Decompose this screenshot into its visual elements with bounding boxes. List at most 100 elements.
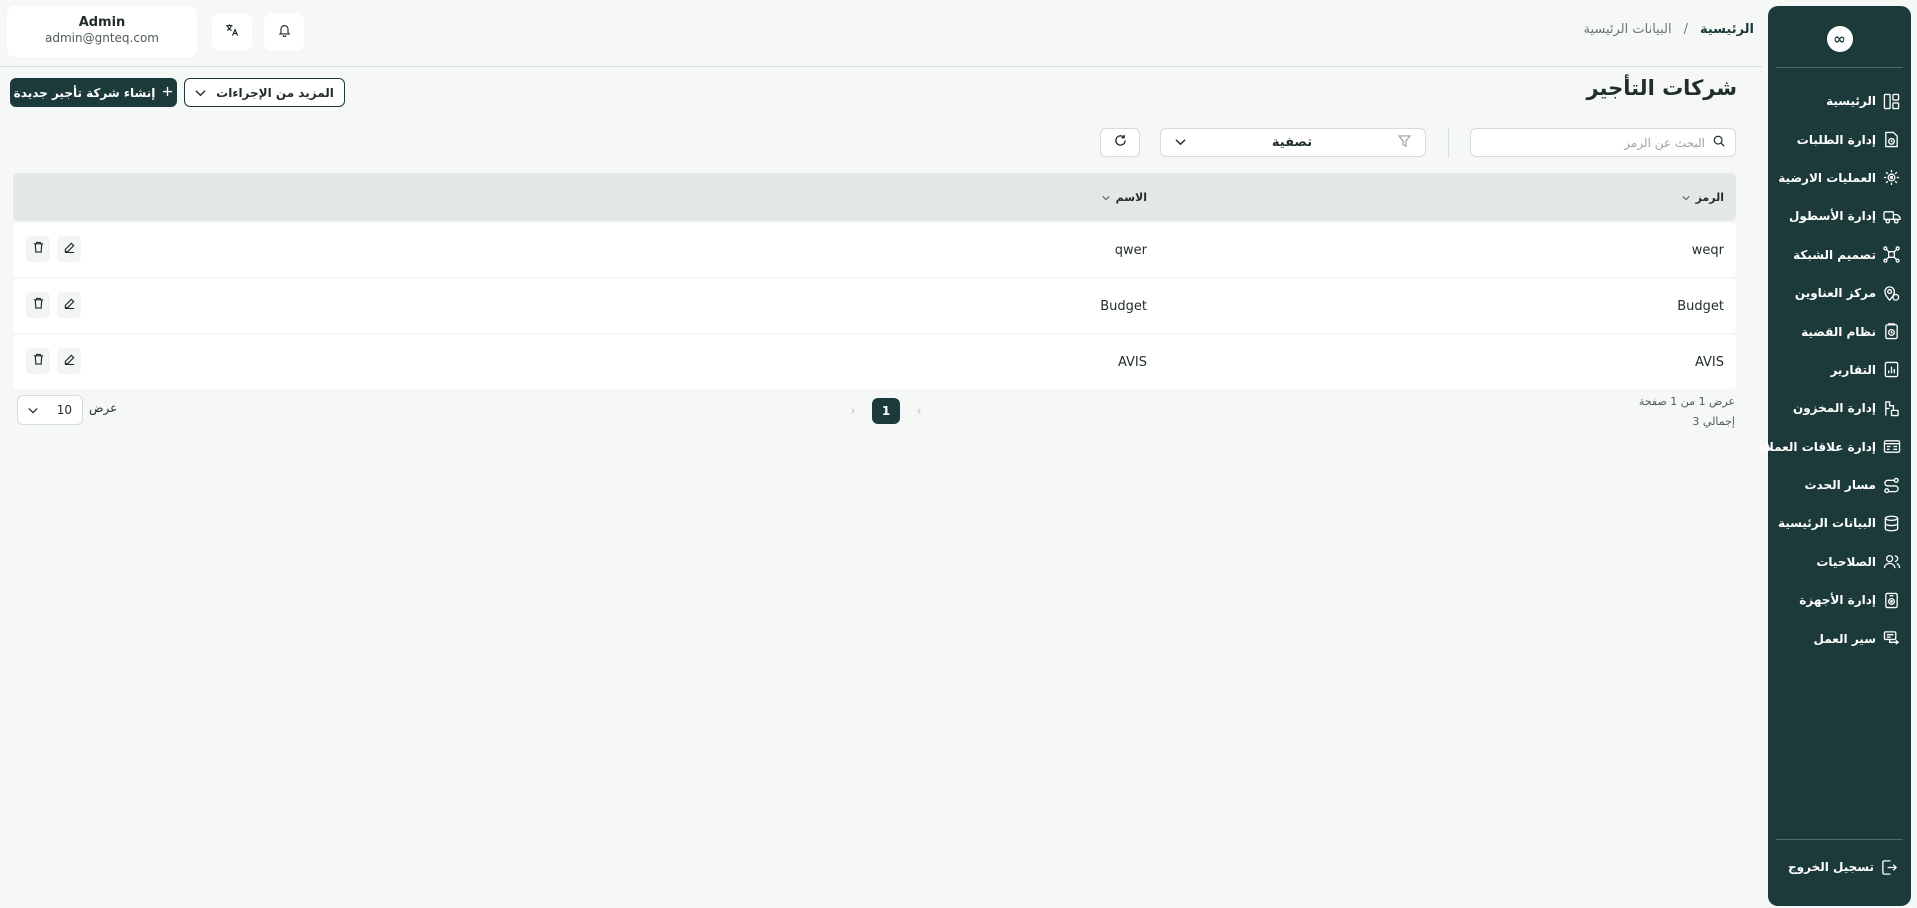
user-profile-card[interactable]: Admin admin@gnteq.com (7, 6, 197, 57)
pagination: › 1 ‹ (848, 398, 924, 424)
breadcrumb-current[interactable]: البيانات الرئيسية (1583, 22, 1671, 37)
chevron-down-icon (1175, 135, 1186, 150)
sidebar-item-label: إدارة الأسطول (1788, 209, 1876, 224)
create-rental-company-button[interactable]: إنشاء شركة تأجير جديدة (10, 78, 177, 107)
pencil-icon (64, 298, 75, 313)
crm-icon (1882, 437, 1901, 456)
sidebar-item-inventory[interactable]: إدارة المخزون (1768, 389, 1911, 427)
delete-button[interactable] (26, 348, 50, 374)
row-actions (26, 292, 81, 318)
workflow-icon (1882, 629, 1901, 648)
sidebar-item-label: العمليات الارضية (1778, 170, 1876, 185)
edit-button[interactable] (57, 348, 81, 374)
column-header-code[interactable]: الرمز (1682, 173, 1724, 221)
ground-operations-icon (1882, 168, 1901, 187)
bell-icon (278, 23, 291, 41)
page-title: شركات التأجير (1586, 76, 1737, 100)
edit-button[interactable] (57, 292, 81, 318)
users-icon (1882, 552, 1901, 571)
topbar-divider (0, 66, 1762, 67)
previous-page-button[interactable]: ‹ (914, 404, 924, 419)
sidebar-item-home[interactable]: الرئيسية (1768, 82, 1911, 120)
network-icon (1882, 245, 1901, 264)
sidebar-item-master-data[interactable]: البيانات الرئيسية (1768, 504, 1911, 542)
logo-icon[interactable]: ∞ (1826, 26, 1853, 52)
rental-companies-table: الرمز الاسم weqr qwer Budget Budget AVIS… (13, 173, 1736, 389)
trash-icon (33, 241, 44, 257)
sidebar-item-case-system[interactable]: نظام القضية (1768, 312, 1911, 350)
page-size-select[interactable]: 10 (17, 395, 83, 425)
chevron-down-icon (28, 403, 38, 418)
sidebar-divider-top (1776, 67, 1903, 68)
table-row[interactable]: Budget Budget (13, 279, 1736, 333)
search-box (1470, 128, 1736, 157)
column-header-name[interactable]: الاسم (1102, 173, 1147, 221)
column-header-label: الاسم (1115, 190, 1147, 204)
sort-chevron-icon (1682, 190, 1690, 205)
order-document-icon (1882, 130, 1901, 149)
sidebar-item-ground-operations[interactable]: العمليات الارضية (1768, 159, 1911, 197)
search-input[interactable] (1481, 135, 1705, 150)
cell-name: AVIS (1117, 354, 1147, 370)
cell-code: weqr (1691, 242, 1724, 258)
pencil-icon (64, 242, 75, 257)
user-name: Admin (78, 15, 126, 30)
column-header-label: الرمز (1695, 190, 1724, 204)
sidebar-item-devices[interactable]: إدارة الأجهزة (1768, 581, 1911, 619)
sidebar-nav: الرئيسية إدارة الطلبات العمليات الارضية … (1759, 82, 1911, 658)
sidebar-item-label: إدارة الأجهزة (1799, 593, 1876, 608)
sidebar: ∞ الرئيسية إدارة الطلبات العمليات الارضي… (1759, 6, 1911, 906)
breadcrumb-home-link[interactable]: الرئيسية (1700, 22, 1754, 37)
sidebar-item-orders[interactable]: إدارة الطلبات (1768, 120, 1911, 158)
logout-icon (1880, 858, 1899, 877)
logout-button[interactable]: تسجيل الخروج (1768, 852, 1911, 882)
translate-icon (225, 23, 239, 41)
notifications-button[interactable] (264, 13, 304, 51)
total-count-text: إجمالي 3 (1692, 415, 1735, 428)
next-page-button[interactable]: › (848, 404, 858, 419)
page-number-button[interactable]: 1 (872, 398, 900, 424)
page-info-text: عرض 1 من 1 صفحة (1638, 395, 1735, 408)
sidebar-item-label: إدارة علاقات العملاء (1758, 439, 1876, 454)
trash-icon (33, 353, 44, 369)
logout-label: تسجيل الخروج (1788, 860, 1874, 874)
sidebar-item-label: مركز العناوين (1794, 286, 1876, 301)
location-pin-icon (1882, 284, 1901, 303)
edit-button[interactable] (57, 236, 81, 262)
sidebar-item-network-design[interactable]: تصميم الشبكة (1768, 236, 1911, 274)
app-root: ∞ الرئيسية إدارة الطلبات العمليات الارضي… (0, 0, 1917, 908)
inventory-icon (1882, 399, 1901, 418)
refresh-button[interactable] (1100, 128, 1140, 157)
delete-button[interactable] (26, 292, 50, 318)
table-header: الرمز الاسم (13, 173, 1736, 221)
sidebar-item-event-route[interactable]: مسار الحدث (1768, 466, 1911, 504)
language-button[interactable] (212, 13, 252, 51)
sidebar-item-label: تصميم الشبكة (1793, 247, 1876, 262)
sidebar-item-label: الرئيسية (1826, 94, 1876, 109)
chevron-down-icon (195, 86, 206, 100)
event-route-icon (1882, 476, 1901, 495)
row-actions (26, 236, 81, 262)
table-row[interactable]: weqr qwer (13, 223, 1736, 277)
dashboard-icon (1882, 92, 1901, 111)
sidebar-item-address-center[interactable]: مركز العناوين (1768, 274, 1911, 312)
more-actions-button[interactable]: المزيد من الإجراءات (184, 78, 345, 107)
refresh-icon (1114, 134, 1127, 151)
sidebar-item-label: إدارة الطلبات (1796, 132, 1876, 147)
sidebar-item-workflow[interactable]: سير العمل (1768, 619, 1911, 657)
page-size-label: عرض (89, 401, 118, 415)
sidebar-item-label: إدارة المخزون (1792, 401, 1876, 416)
page-size-value: 10 (56, 403, 72, 417)
sidebar-item-permissions[interactable]: الصلاحيات (1768, 543, 1911, 581)
delete-button[interactable] (26, 236, 50, 262)
sort-chevron-icon (1102, 190, 1110, 205)
sidebar-item-crm[interactable]: إدارة علاقات العملاء (1759, 428, 1911, 466)
table-row[interactable]: AVIS AVIS (13, 335, 1736, 389)
create-button-label: إنشاء شركة تأجير جديدة (13, 85, 156, 100)
sidebar-item-label: سير العمل (1813, 631, 1877, 646)
sidebar-item-reports[interactable]: التقارير (1768, 351, 1911, 389)
filter-dropdown[interactable]: تصفية (1160, 128, 1426, 157)
sidebar-item-fleet[interactable]: إدارة الأسطول (1768, 197, 1911, 235)
device-icon (1882, 591, 1901, 610)
report-icon (1882, 360, 1901, 379)
